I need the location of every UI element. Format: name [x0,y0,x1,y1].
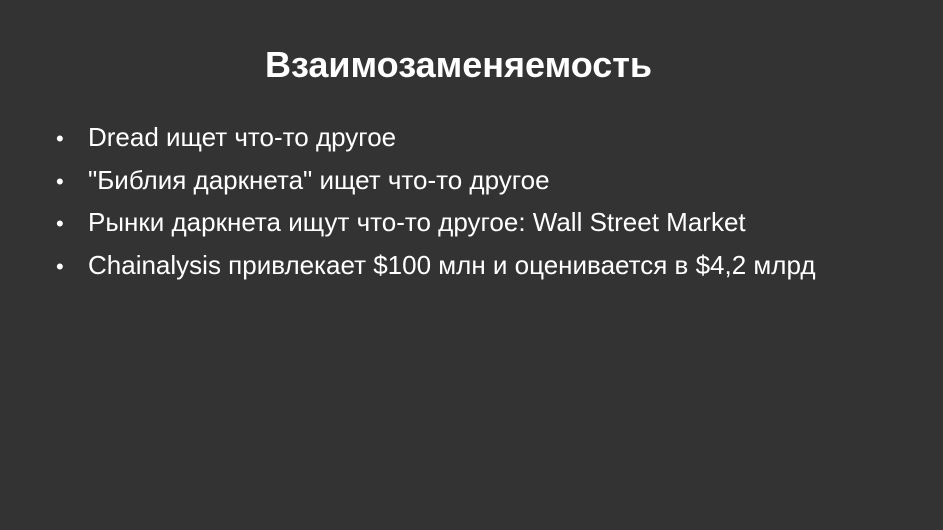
bullet-text: Chainalysis привлекает $100 млн и оценив… [88,250,816,281]
bullet-icon: • [56,211,64,237]
bullet-icon: • [56,168,64,194]
bullet-item: • Рынки даркнета ищут что-то другое: Wal… [56,202,936,245]
bullet-icon: • [56,254,64,280]
bullet-list: • Dread ищет что-то другое • "Библия дар… [56,117,936,288]
bullet-item: • "Библия даркнета" ищет что-то другое [56,160,936,203]
bullet-text: Dread ищет что-то другое [88,122,397,152]
bullet-item: • Chainalysis привлекает $100 млн и оцен… [56,245,936,288]
slide: Взаимозаменяемость • Dread ищет что-то д… [0,0,943,530]
bullet-icon: • [56,126,64,151]
slide-title: Взаимозаменяемость [264,44,653,85]
bullet-text: Рынки даркнета ищут что-то другое: Wall … [88,207,746,238]
bullet-text: "Библия даркнета" ищет что-то другое [88,164,550,195]
bullet-item: • Dread ищет что-то другое [56,117,936,160]
